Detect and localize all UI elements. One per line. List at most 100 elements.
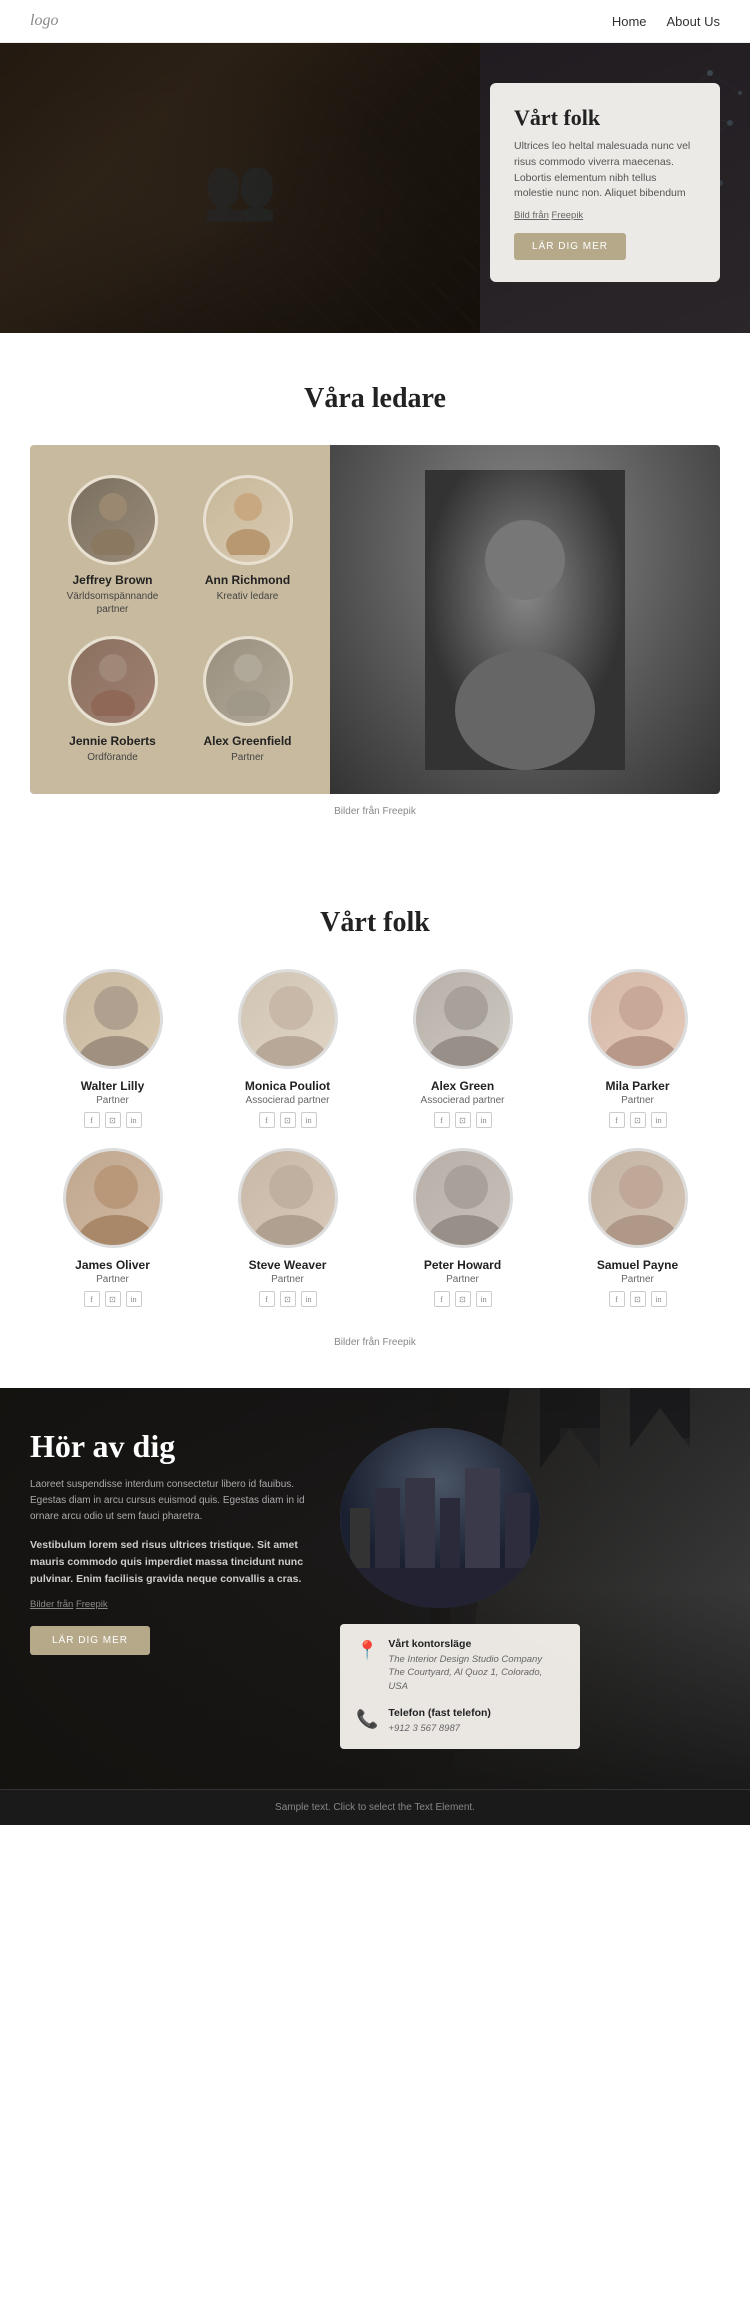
leader-avatar-3 [203, 636, 293, 726]
nav-home[interactable]: Home [612, 14, 647, 29]
leader-avatar-0 [68, 475, 158, 565]
person-name-7: Samuel Payne [555, 1258, 720, 1272]
leader-name-3: Alex Greenfield [185, 734, 310, 748]
person-social-3: f ⊡ in [555, 1112, 720, 1128]
linkedin-icon-3[interactable]: in [651, 1112, 667, 1128]
leader-title-2: Ordförande [50, 751, 175, 764]
person-social-4: f ⊡ in [30, 1291, 195, 1307]
instagram-icon-4[interactable]: ⊡ [105, 1291, 121, 1307]
person-avatar-2 [413, 969, 513, 1069]
linkedin-icon-4[interactable]: in [126, 1291, 142, 1307]
leaders-section: Våra ledare Jeffrey Brown Världsomspänna… [0, 333, 750, 867]
linkedin-icon-6[interactable]: in [476, 1291, 492, 1307]
leaders-title: Våra ledare [30, 383, 720, 415]
linkedin-icon-0[interactable]: in [126, 1112, 142, 1128]
leader-title-0: Världsomspännande partner [50, 590, 175, 616]
leaders-right-panel [330, 445, 720, 794]
leader-title-3: Partner [185, 751, 310, 764]
person-card-5: Steve Weaver Partner f ⊡ in [205, 1148, 370, 1307]
facebook-icon-3[interactable]: f [609, 1112, 625, 1128]
office-address-line2: The Courtyard, Al Quoz 1, Colorado, USA [388, 1666, 564, 1693]
person-name-4: James Oliver [30, 1258, 195, 1272]
linkedin-icon-1[interactable]: in [301, 1112, 317, 1128]
instagram-icon-2[interactable]: ⊡ [455, 1112, 471, 1128]
contact-content: Hör av dig Laoreet suspendisse interdum … [0, 1388, 750, 1789]
contact-left: Hör av dig Laoreet suspendisse interdum … [30, 1428, 310, 1655]
person-social-6: f ⊡ in [380, 1291, 545, 1307]
person-card-1: Monica Pouliot Associerad partner f ⊡ in [205, 969, 370, 1128]
person-name-2: Alex Green [380, 1079, 545, 1093]
person-role-6: Partner [380, 1274, 545, 1285]
hero-description: Ultrices leo heltal malesuada nunc vel r… [514, 139, 696, 202]
footer-text: Sample text. Click to select the Text El… [30, 1802, 720, 1813]
facebook-icon-7[interactable]: f [609, 1291, 625, 1307]
person-avatar-4 [63, 1148, 163, 1248]
leaders-left-panel: Jeffrey Brown Världsomspännande partner … [30, 445, 330, 794]
phone-number: +912 3 567 8987 [388, 1722, 490, 1735]
logo: logo [30, 12, 58, 30]
contact-bold-text: Vestibulum lorem sed risus ultrices tris… [30, 1537, 310, 1587]
footer: Sample text. Click to select the Text El… [0, 1789, 750, 1825]
instagram-icon-7[interactable]: ⊡ [630, 1291, 646, 1307]
leaders-image-credit: Bilder från Freepik [30, 806, 720, 817]
person-avatar-0 [63, 969, 163, 1069]
instagram-icon-3[interactable]: ⊡ [630, 1112, 646, 1128]
phone-title: Telefon (fast telefon) [388, 1707, 490, 1719]
office-title: Vårt kontorsläge [388, 1638, 564, 1650]
leader-card-2: Jennie Roberts Ordförande [50, 636, 175, 764]
contact-info-box: 📍 Vårt kontorsläge The Interior Design S… [340, 1624, 580, 1749]
hero-image-credit: Bild från Freepik [514, 210, 696, 221]
facebook-icon-6[interactable]: f [434, 1291, 450, 1307]
person-social-2: f ⊡ in [380, 1112, 545, 1128]
person-card-2: Alex Green Associerad partner f ⊡ in [380, 969, 545, 1128]
hero-cta-button[interactable]: LÄR DIG MER [514, 233, 626, 260]
contact-cta-button[interactable]: LÄR DIG MER [30, 1626, 150, 1655]
people-grid: Walter Lilly Partner f ⊡ in Monica Pouli… [30, 969, 720, 1307]
contact-right: 📍 Vårt kontorsläge The Interior Design S… [340, 1428, 720, 1749]
person-card-7: Samuel Payne Partner f ⊡ in [555, 1148, 720, 1307]
linkedin-icon-5[interactable]: in [301, 1291, 317, 1307]
facebook-icon-0[interactable]: f [84, 1112, 100, 1128]
instagram-icon-6[interactable]: ⊡ [455, 1291, 471, 1307]
people-image-credit: Bilder från Freepik [30, 1337, 720, 1348]
person-card-6: Peter Howard Partner f ⊡ in [380, 1148, 545, 1307]
leaders-grid: Jeffrey Brown Världsomspännande partner … [30, 445, 720, 794]
phone-icon: 📞 [356, 1709, 378, 1730]
contact-description: Laoreet suspendisse interdum consectetur… [30, 1477, 310, 1525]
person-name-5: Steve Weaver [205, 1258, 370, 1272]
person-role-0: Partner [30, 1095, 195, 1106]
leader-card-3: Alex Greenfield Partner [185, 636, 310, 764]
person-name-3: Mila Parker [555, 1079, 720, 1093]
person-avatar-1 [238, 969, 338, 1069]
person-role-4: Partner [30, 1274, 195, 1285]
leader-card-0: Jeffrey Brown Världsomspännande partner [50, 475, 175, 616]
facebook-icon-4[interactable]: f [84, 1291, 100, 1307]
nav-about[interactable]: About Us [667, 14, 720, 29]
leader-avatar-1 [203, 475, 293, 565]
person-card-0: Walter Lilly Partner f ⊡ in [30, 969, 195, 1128]
person-name-0: Walter Lilly [30, 1079, 195, 1093]
contact-title: Hör av dig [30, 1428, 310, 1465]
leader-avatar-2 [68, 636, 158, 726]
person-social-1: f ⊡ in [205, 1112, 370, 1128]
person-name-6: Peter Howard [380, 1258, 545, 1272]
person-role-3: Partner [555, 1095, 720, 1106]
hero-card: Vårt folk Ultrices leo heltal malesuada … [490, 83, 720, 282]
instagram-icon-5[interactable]: ⊡ [280, 1291, 296, 1307]
facebook-icon-5[interactable]: f [259, 1291, 275, 1307]
office-info: 📍 Vårt kontorsläge The Interior Design S… [356, 1638, 564, 1693]
leader-name-2: Jennie Roberts [50, 734, 175, 748]
facebook-icon-1[interactable]: f [259, 1112, 275, 1128]
linkedin-icon-2[interactable]: in [476, 1112, 492, 1128]
location-icon: 📍 [356, 1640, 378, 1661]
people-section: Vårt folk Walter Lilly Partner f ⊡ in Mo… [0, 867, 750, 1388]
instagram-icon-1[interactable]: ⊡ [280, 1112, 296, 1128]
people-title: Vårt folk [30, 907, 720, 939]
facebook-icon-2[interactable]: f [434, 1112, 450, 1128]
instagram-icon-0[interactable]: ⊡ [105, 1112, 121, 1128]
hero-title: Vårt folk [514, 105, 696, 131]
linkedin-icon-7[interactable]: in [651, 1291, 667, 1307]
leader-title-1: Kreativ ledare [185, 590, 310, 603]
phone-info: 📞 Telefon (fast telefon) +912 3 567 8987 [356, 1707, 564, 1735]
leader-name-0: Jeffrey Brown [50, 573, 175, 587]
